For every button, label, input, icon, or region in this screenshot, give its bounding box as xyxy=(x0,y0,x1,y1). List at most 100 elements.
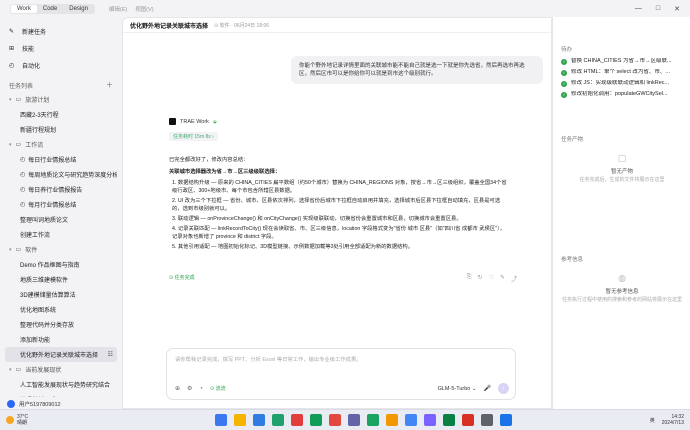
like-icon[interactable]: ♡ xyxy=(489,274,494,283)
taskbar-app-icon[interactable] xyxy=(253,414,265,426)
menu-edit[interactable]: 编辑(E) xyxy=(109,5,127,13)
task-duration-toggle[interactable]: 任务耗时 15m 8s › xyxy=(169,132,218,141)
conversation-header: 优化野外地记录关联城市选择 ⊙ 软件 · 06月24日 18:06 xyxy=(123,18,551,33)
taskbar-app-icon[interactable] xyxy=(272,414,284,426)
add-attachment-icon[interactable]: ⊕ xyxy=(175,385,180,392)
new-task-label: 新建任务 xyxy=(22,30,47,36)
task-item[interactable]: 整理叫词地质论文 xyxy=(5,212,117,227)
composer-placeholder[interactable]: 请你帮我记录完成，撰写 PPT、分析 Excel 等日常工作，输出专业级工作成果… xyxy=(175,355,362,363)
answer-point: 2. UI 改为三个下拉框 — 省份、城市、区县依次排列，选择省份后城市下拉框自… xyxy=(172,198,501,212)
mode-switcher: Work Code Design xyxy=(10,3,95,14)
avatar xyxy=(7,400,15,408)
task-item[interactable]: 整理代码并分类存放 xyxy=(5,317,117,332)
taskbar-app-icon[interactable] xyxy=(329,414,341,426)
taskbar-app-icon[interactable] xyxy=(462,414,474,426)
task-item[interactable]: 优化地图系统 xyxy=(5,302,117,317)
flow-toggle[interactable]: ⊙ 流流 xyxy=(210,385,226,392)
tab-work[interactable]: Work xyxy=(11,4,37,13)
settings-icon[interactable]: ⚙ xyxy=(187,385,192,392)
task-item[interactable]: 创建工作流 xyxy=(5,227,117,242)
task-item-label: 新疆行程规划 xyxy=(20,128,57,134)
skills-button[interactable]: ⊞ 技能 xyxy=(5,40,117,57)
todo-item: ✓ 修改初始化调用：populateGWCitySel... xyxy=(561,91,682,98)
clock[interactable]: 14:32 2024/7/13 xyxy=(662,414,684,426)
context-icon[interactable]: ◔ xyxy=(199,386,203,392)
task-item-label: 整理代码并分类存放 xyxy=(20,323,75,329)
task-item[interactable]: 优化野外地记录关联城市选择 ☷ xyxy=(5,347,117,362)
task-group-header[interactable]: ▾ ▭ 软件 xyxy=(5,242,117,257)
task-list-title: 任务列表 xyxy=(9,83,34,90)
references-empty: 暂无参考信息 xyxy=(605,289,639,295)
taskbar-app-icon[interactable] xyxy=(405,414,417,426)
input-language[interactable]: 英 xyxy=(650,417,655,424)
maximize-button[interactable]: □ xyxy=(656,5,660,13)
taskbar-app-icon[interactable] xyxy=(481,414,493,426)
task-menu-icon[interactable]: ☷ xyxy=(108,351,113,358)
taskbar-app-icon[interactable] xyxy=(310,414,322,426)
task-item[interactable]: 添加新功能 xyxy=(5,332,117,347)
task-item[interactable]: 每日养行业情报报告 xyxy=(5,182,117,197)
taskbar-app-icon[interactable] xyxy=(367,414,379,426)
artifacts-empty-hint: 任务完成后，生成的文件将展示在这里 xyxy=(579,177,665,183)
edit-icon[interactable]: ✎ xyxy=(500,274,505,283)
add-task-icon[interactable]: ＋ xyxy=(106,80,113,90)
task-item[interactable]: 每周地质论文与研究趋势深度分析 xyxy=(5,167,117,182)
folder-icon: ▭ xyxy=(15,247,22,253)
task-item-label: Demo 作品框图与指南 xyxy=(20,263,80,269)
taskbar-app-icon[interactable] xyxy=(500,414,512,426)
task-item-label: 创建工作流 xyxy=(20,233,51,239)
menu-view[interactable]: 视图(V) xyxy=(135,5,153,13)
message-composer[interactable]: 请你帮我记录完成，撰写 PPT、分析 Excel 等日常工作，输出专业级工作成果… xyxy=(166,348,516,400)
send-button[interactable]: ↑ xyxy=(498,383,509,394)
task-group-header[interactable]: ▾ ▭ 工作流 xyxy=(5,137,117,152)
check-icon: ✓ xyxy=(561,58,567,65)
user-message: 你能个野外地记录详情里面的关联城市能不能自己就是选一下就是你先选省，然后再选市再… xyxy=(291,56,543,84)
taskbar-app-icon[interactable] xyxy=(215,414,227,426)
user-name: 用户5197809012 xyxy=(19,402,61,408)
right-panel: 待办 ✓ 替换 CHINA_CITIES 为省→市→区级联... ✓ 修改 HTML：… xyxy=(552,17,690,409)
mic-icon[interactable]: 🎤 xyxy=(484,385,491,392)
model-selector[interactable]: GLM-5-Turbo ⌄ xyxy=(438,386,477,392)
task-item-label: 优化野外地记录关联城市选择 xyxy=(20,353,99,359)
task-item-label: 添加新功能 xyxy=(20,338,51,344)
close-button[interactable]: ✕ xyxy=(674,5,680,13)
todo-item: ✓ 修改 JS：实现级联联动逻辑和 linkRec... xyxy=(561,80,682,87)
copy-icon[interactable]: ⎘ xyxy=(467,274,472,283)
globe-icon: ◍ xyxy=(618,273,626,283)
new-task-button[interactable]: ✎ 新建任务 xyxy=(5,23,117,40)
tab-code[interactable]: Code xyxy=(37,5,63,13)
weather-widget[interactable]: 37°C 晴朗 xyxy=(6,414,28,426)
task-item-label: 每日行业情报总结 xyxy=(28,158,77,164)
automation-button[interactable]: ◴ 自动化 xyxy=(5,57,117,74)
task-item[interactable]: 人工智能发展现状与趋势研究结合 xyxy=(5,377,117,392)
task-item[interactable]: 西藏2-3天行程 xyxy=(5,107,117,122)
check-icon: ✓ xyxy=(561,91,567,98)
task-group-header[interactable]: ▾ ▭ 旅游计划 xyxy=(5,92,117,107)
caret-down-icon: ▾ xyxy=(9,141,12,148)
task-group-header[interactable]: ▾ ▭ 当前发展现状 xyxy=(5,362,117,377)
retry-icon[interactable]: ↻ xyxy=(478,274,483,283)
task-item[interactable]: 新疆行程规划 xyxy=(5,122,117,137)
task-item[interactable]: 每日行业情报总结 xyxy=(5,152,117,167)
task-group-name: 工作流 xyxy=(25,143,44,149)
todo-item: ✓ 替换 CHINA_CITIES 为省→市→区级联... xyxy=(561,58,682,65)
task-item[interactable]: 地质三维建模软件 xyxy=(5,272,117,287)
caret-down-icon: ▾ xyxy=(9,246,12,253)
taskbar-app-icon[interactable] xyxy=(348,414,360,426)
taskbar-app-icon[interactable] xyxy=(291,414,303,426)
tab-design[interactable]: Design xyxy=(63,5,94,13)
task-item[interactable]: 每月行业情报总结 xyxy=(5,197,117,212)
caret-down-icon: ▾ xyxy=(9,96,12,103)
taskbar-app-icon[interactable] xyxy=(386,414,398,426)
minimize-button[interactable]: — xyxy=(635,5,642,13)
main-panel: 优化野外地记录关联城市选择 ⊙ 软件 · 06月24日 18:06 你能个野外地… xyxy=(122,17,552,409)
task-item[interactable]: 3D建模储量估算算法 xyxy=(5,287,117,302)
task-item[interactable]: Demo 作品框图与指南 xyxy=(5,257,117,272)
trae-logo-icon xyxy=(169,118,176,125)
share-icon[interactable]: ⤴ xyxy=(511,274,517,283)
taskbar-app-icon[interactable] xyxy=(424,414,436,426)
taskbar-app-icon[interactable] xyxy=(234,414,246,426)
taskbar-app-icon[interactable] xyxy=(443,414,455,426)
todo-title: 待办 xyxy=(561,47,573,53)
todo-label: 修改初始化调用：populateGWCitySel... xyxy=(571,91,668,97)
